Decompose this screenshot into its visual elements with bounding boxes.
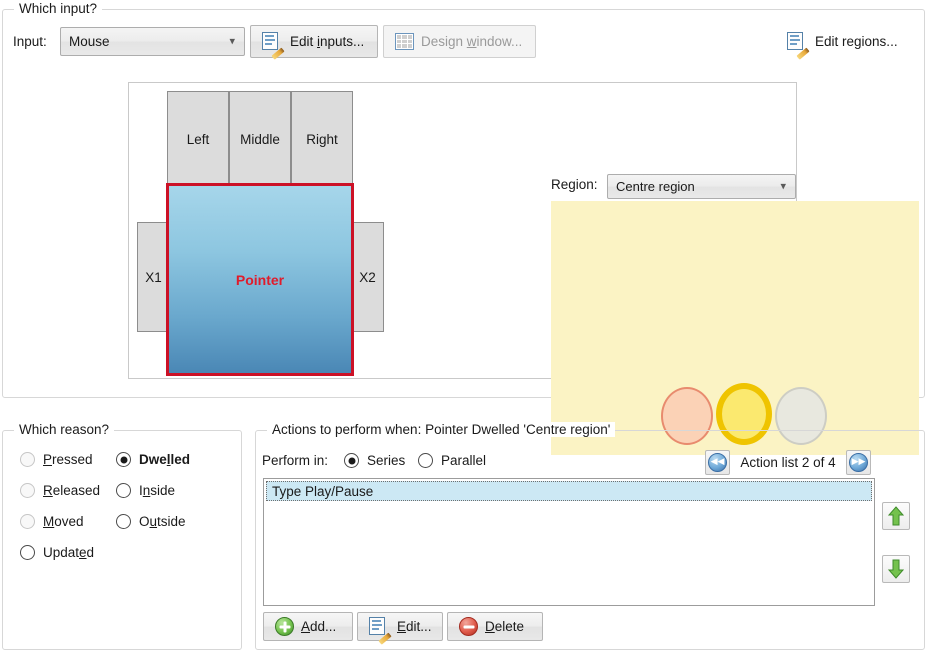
radio-series[interactable]: Series	[344, 453, 405, 468]
radio-outside-label: Outside	[139, 514, 186, 529]
edit-regions-label: Edit regions...	[815, 34, 898, 49]
edit-inputs-button[interactable]: Edit inputs...	[250, 25, 378, 60]
radio-moved-dot	[20, 514, 35, 529]
region-label: Region:	[551, 177, 598, 192]
chevron-double-right-icon: ▶▶	[849, 453, 868, 472]
radio-moved[interactable]: Moved	[20, 514, 84, 529]
radio-released-dot	[20, 483, 35, 498]
color-grid-icon	[395, 33, 414, 50]
move-up-button[interactable]	[882, 502, 910, 530]
chevron-down-icon: ▾	[229, 35, 235, 47]
radio-inside-label: Inside	[139, 483, 176, 498]
radio-updated-label: Updated	[43, 545, 95, 560]
move-down-button[interactable]	[882, 555, 910, 583]
which-input-legend: Which input?	[14, 1, 103, 16]
region-select-value: Centre region	[616, 179, 695, 194]
region-canvas[interactable]	[551, 201, 919, 455]
radio-dwelled[interactable]: Dwelled	[116, 452, 190, 467]
remove-circle-icon	[459, 617, 478, 636]
radio-moved-label: Moved	[43, 514, 84, 529]
radio-pressed-dot	[20, 452, 35, 467]
radio-updated-dot	[20, 545, 35, 560]
input-select[interactable]: Mouse ▾	[60, 27, 245, 56]
radio-series-label: Series	[367, 453, 406, 468]
radio-dwelled-dot	[116, 452, 131, 467]
radio-released-label: Released	[43, 483, 101, 498]
input-label: Input:	[13, 34, 47, 49]
mouse-button-left[interactable]: Left	[167, 91, 229, 187]
radio-parallel-dot	[418, 453, 433, 468]
action-list-next-button[interactable]: ▶▶	[846, 450, 871, 475]
design-window-label: Design window...	[421, 34, 523, 49]
add-circle-icon	[275, 617, 294, 636]
radio-pressed-label: Pressed	[43, 452, 93, 467]
mouse-button-x2[interactable]: X2	[351, 222, 384, 332]
radio-dwelled-label: Dwelled	[139, 452, 191, 467]
mouse-button-right-label: Right	[306, 131, 338, 147]
chevron-double-left-icon: ◀◀	[708, 453, 727, 472]
design-window-button[interactable]: Design window...	[383, 25, 536, 58]
list-item[interactable]: Type Play/Pause	[266, 481, 872, 501]
device-diagram-panel: Left Middle Right X1 X2 Pointer Region: …	[128, 82, 919, 455]
mouse-pointer-label: Pointer	[235, 271, 285, 288]
mouse-button-middle-label: Middle	[240, 131, 280, 147]
radio-parallel-label: Parallel	[441, 453, 487, 468]
mouse-button-left-label: Left	[186, 131, 210, 147]
edit-document-icon	[787, 32, 810, 60]
arrow-up-icon	[888, 506, 904, 526]
edit-button-label: Edit...	[397, 619, 432, 634]
add-button[interactable]: Add...	[263, 612, 353, 641]
radio-updated[interactable]: Updated	[20, 545, 94, 560]
edit-document-icon	[369, 617, 392, 645]
radio-outside-dot	[116, 514, 131, 529]
list-item-label: Type Play/Pause	[272, 483, 374, 499]
region-select[interactable]: Centre region ▾	[607, 174, 796, 199]
edit-button[interactable]: Edit...	[357, 612, 443, 645]
mouse-pointer-area[interactable]: Pointer	[166, 183, 354, 376]
delete-button[interactable]: Delete	[447, 612, 543, 641]
mouse-button-middle[interactable]: Middle	[229, 91, 291, 187]
radio-parallel[interactable]: Parallel	[418, 453, 486, 468]
edit-inputs-label: Edit inputs...	[290, 34, 365, 49]
mouse-button-x1-label: X1	[145, 269, 162, 285]
perform-in-label: Perform in:	[262, 453, 329, 468]
action-list[interactable]: Type Play/Pause	[263, 478, 875, 606]
action-list-counter: Action list 2 of 4	[740, 455, 836, 470]
which-reason-legend: Which reason?	[14, 422, 115, 437]
radio-inside[interactable]: Inside	[116, 483, 175, 498]
action-list-navigator: ◀◀ Action list 2 of 4 ▶▶	[705, 450, 871, 475]
mouse-button-right[interactable]: Right	[291, 91, 353, 187]
radio-inside-dot	[116, 483, 131, 498]
edit-regions-button[interactable]: Edit regions...	[775, 25, 916, 60]
edit-document-icon	[262, 32, 285, 60]
delete-button-label: Delete	[485, 619, 525, 634]
add-button-label: Add...	[301, 619, 337, 634]
chevron-down-icon: ▾	[780, 180, 786, 192]
radio-pressed[interactable]: Pressed	[20, 452, 93, 467]
radio-released[interactable]: Released	[20, 483, 100, 498]
radio-outside[interactable]: Outside	[116, 514, 186, 529]
action-list-prev-button[interactable]: ◀◀	[705, 450, 730, 475]
input-select-value: Mouse	[69, 34, 110, 49]
mouse-button-x2-label: X2	[359, 269, 376, 285]
radio-series-dot	[344, 453, 359, 468]
actions-group-legend: Actions to perform when: Pointer Dwelled…	[267, 422, 616, 437]
arrow-down-icon	[888, 559, 904, 579]
